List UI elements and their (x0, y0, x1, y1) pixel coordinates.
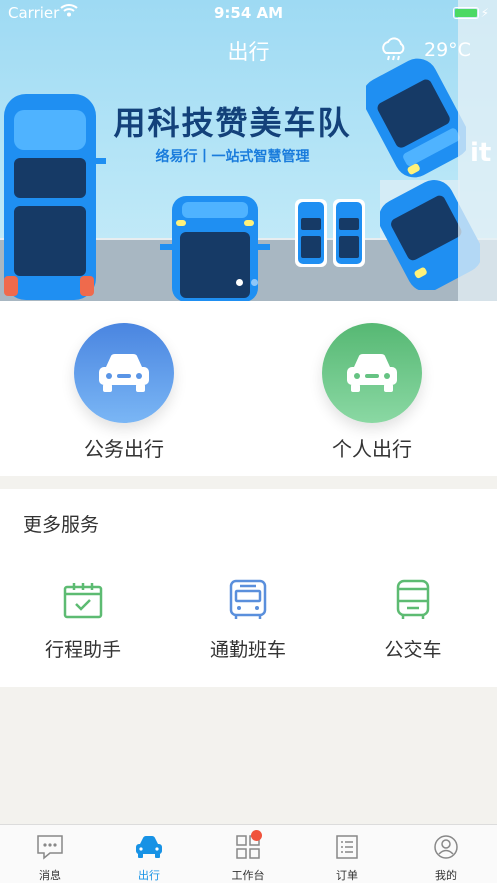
status-time: 9:54 AM (213, 4, 284, 22)
battery-icon: ⚡ (452, 6, 489, 20)
trip-assistant-label: 行程助手 (44, 639, 121, 661)
page-dot-2 (251, 279, 258, 286)
page-title: 出行 (227, 40, 270, 64)
next-banner-text: it (470, 138, 492, 168)
shuttle-bus-icon (229, 579, 267, 619)
bus-icon (396, 579, 430, 619)
more-services: 更多服务 行程助手 通勤班车 公交车 (0, 489, 497, 687)
page-dot-1 (236, 279, 243, 286)
tab-label: 我的 (435, 869, 457, 882)
tab-label: 订单 (336, 869, 358, 882)
personal-travel-circle[interactable] (322, 323, 422, 423)
tab-bar: 消息 出行 工作台 订单 我的 (0, 824, 497, 883)
banner-page-indicator (236, 279, 258, 286)
car-illustration-small-2 (333, 199, 365, 267)
shuttle-bus-button[interactable]: 通勤班车 (178, 579, 318, 662)
business-travel-circle[interactable] (74, 323, 174, 423)
tab-me[interactable]: 我的 (416, 833, 476, 883)
car-icon (347, 354, 397, 392)
personal-travel-label: 个人出行 (332, 437, 412, 461)
car-icon (136, 836, 162, 858)
tab-messages[interactable]: 消息 (20, 833, 80, 883)
services-title: 更多服务 (23, 514, 100, 536)
public-bus-button[interactable]: 公交车 (343, 579, 483, 662)
calendar-check-icon (63, 583, 103, 619)
tab-label: 消息 (39, 869, 61, 882)
tab-label: 工作台 (231, 869, 265, 882)
notification-badge (251, 830, 262, 841)
banner-subline: 络易行丨一站式智慧管理 (155, 149, 310, 165)
order-list-icon (336, 835, 358, 859)
tab-orders[interactable]: 订单 (317, 833, 377, 883)
tab-workbench[interactable]: 工作台 (218, 830, 278, 883)
message-icon (37, 835, 63, 860)
banner[interactable]: it 用科技赞美车队 络易行丨一站式智慧管理 Carrier 9:54 AM ⚡… (0, 0, 497, 301)
banner-headline: 用科技赞美车队 (113, 104, 352, 142)
shuttle-bus-label: 通勤班车 (209, 639, 286, 661)
car-illustration-small-1 (295, 199, 327, 267)
business-travel-button[interactable]: 公务出行 (44, 323, 204, 462)
travel-options: 公务出行 个人出行 (0, 301, 497, 476)
car-icon (99, 354, 149, 392)
user-icon (434, 835, 458, 859)
trip-assistant-button[interactable]: 行程助手 (13, 579, 153, 662)
cloud-rain-icon[interactable] (378, 37, 408, 63)
public-bus-label: 公交车 (384, 639, 442, 661)
tab-travel[interactable]: 出行 (119, 833, 179, 883)
temperature-label: 29°C (424, 39, 471, 61)
personal-travel-button[interactable]: 个人出行 (292, 323, 452, 462)
tab-label: 出行 (138, 869, 160, 882)
business-travel-label: 公务出行 (84, 437, 164, 461)
status-bar: Carrier 9:54 AM ⚡ (0, 0, 497, 26)
